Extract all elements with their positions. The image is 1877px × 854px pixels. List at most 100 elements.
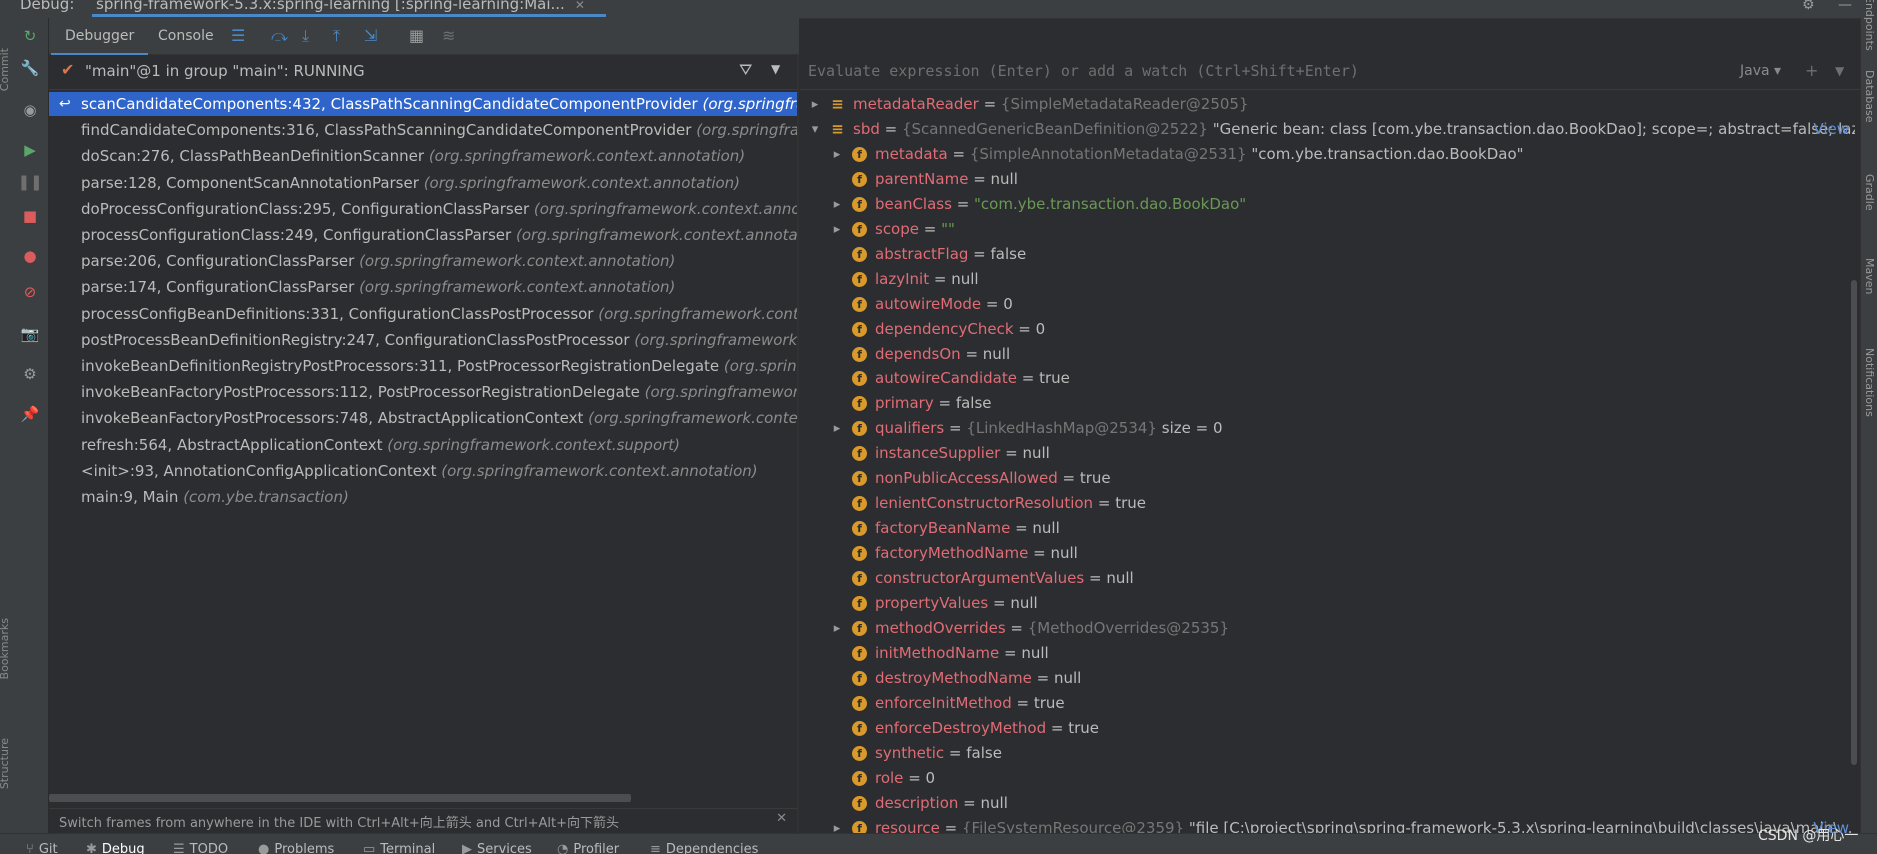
variable-row[interactable]: f initMethodName = null — [800, 641, 1855, 666]
variable-row[interactable]: f factoryMethodName = null — [800, 541, 1855, 566]
add-watch-icon[interactable]: + — [1805, 61, 1818, 80]
variable-row[interactable]: f description = null — [800, 791, 1855, 816]
variable-row[interactable]: f enforceDestroyMethod = true — [800, 716, 1855, 741]
variables-vertical-scrollbar[interactable] — [1851, 280, 1857, 765]
stop-icon[interactable]: ■ — [18, 204, 42, 228]
camera-icon[interactable]: 📷 — [18, 322, 42, 346]
stack-frame[interactable]: doProcessConfigurationClass:295, Configu… — [49, 197, 797, 221]
evaluate-input-placeholder[interactable]: Evaluate expression (Enter) or add a wat… — [808, 62, 1359, 80]
chevron-right-icon[interactable]: ▸ — [830, 416, 844, 441]
evaluate-expression-icon[interactable]: ▦ — [409, 26, 424, 45]
stack-frame[interactable]: invokeBeanFactoryPostProcessors:748, Abs… — [49, 406, 797, 430]
variable-row[interactable]: f dependencyCheck = 0 — [800, 317, 1855, 342]
variable-row[interactable]: f autowireCandidate = true — [800, 366, 1855, 391]
chevron-down-icon[interactable]: ▼ — [771, 62, 780, 76]
show-execution-point-icon[interactable]: ☰ — [231, 26, 245, 45]
variable-row[interactable]: f factoryBeanName = null — [800, 516, 1855, 541]
stack-frame[interactable]: parse:174, ConfigurationClassParser (org… — [49, 275, 797, 299]
chevron-right-icon[interactable]: ▸ — [830, 217, 844, 242]
stack-frame[interactable]: doScan:276, ClassPathBeanDefinitionScann… — [49, 144, 797, 168]
database-tool-label[interactable]: Database — [1863, 70, 1876, 123]
tab-git[interactable]: ⑂ Git — [26, 842, 58, 854]
gear-icon[interactable]: ⚙ — [1802, 0, 1815, 13]
variable-row[interactable]: f synthetic = false — [800, 741, 1855, 766]
modify-config-icon[interactable]: 🔧 — [18, 56, 42, 80]
stack-frame[interactable]: ↩ scanCandidateComponents:432, ClassPathS… — [49, 92, 797, 116]
variable-row[interactable]: ▸ ≡ metadataReader = {SimpleMetadataReader… — [800, 92, 1855, 117]
chevron-right-icon[interactable]: ▸ — [830, 616, 844, 641]
tab-console[interactable]: Console — [158, 28, 214, 44]
evaluate-expression-bar[interactable]: Evaluate expression (Enter) or add a wat… — [800, 55, 1860, 90]
stack-frame[interactable]: main:9, Main (com.ybe.transaction) — [49, 485, 797, 509]
trace-icon[interactable]: ≋ — [442, 26, 455, 45]
variable-row[interactable]: f role = 0 — [800, 766, 1855, 791]
tab-todo[interactable]: ☰ TODO — [173, 842, 228, 854]
chevron-right-icon[interactable]: ▸ — [830, 192, 844, 217]
gradle-tool-label[interactable]: Gradle — [1863, 174, 1876, 211]
stack-frame[interactable]: parse:128, ComponentScanAnnotationParser… — [49, 171, 797, 195]
chevron-right-icon[interactable]: ▸ — [830, 142, 844, 167]
step-over-icon[interactable]: ⤼ — [271, 26, 288, 46]
run-to-cursor-icon[interactable]: ⇲ — [364, 26, 377, 45]
resume-icon[interactable]: ▶ — [18, 138, 42, 162]
tab-profiler[interactable]: ◔ Profiler — [557, 842, 619, 854]
tab-debug[interactable]: ✱ Debug — [86, 842, 145, 854]
variable-row[interactable]: f destroyMethodName = null — [800, 666, 1855, 691]
variable-row[interactable]: ▾ ≡ sbd = {ScannedGenericBeanDefinition@25… — [800, 117, 1855, 142]
step-into-icon[interactable]: ⤓ — [302, 26, 309, 46]
rerun-icon[interactable]: ↻ — [18, 24, 42, 48]
eye-icon[interactable]: ◉ — [18, 98, 42, 122]
variable-row[interactable]: f nonPublicAccessAllowed = true — [800, 466, 1855, 491]
variable-row[interactable]: f instanceSupplier = null — [800, 441, 1855, 466]
stack-frame[interactable]: parse:206, ConfigurationClassParser (org… — [49, 249, 797, 273]
stack-frame[interactable]: invokeBeanDefinitionRegistryPostProcesso… — [49, 354, 797, 378]
tab-dependencies[interactable]: ≡ Dependencies — [650, 842, 758, 854]
stack-frame[interactable]: processConfigurationClass:249, Configura… — [49, 223, 797, 247]
tab-services[interactable]: ▶ Services — [462, 842, 532, 854]
variable-row[interactable]: ▸ f qualifiers = {LinkedHashMap@2534} size… — [800, 416, 1855, 441]
maven-tool-label[interactable]: Maven — [1863, 258, 1876, 294]
variable-row[interactable]: f constructorArgumentValues = null — [800, 566, 1855, 591]
chevron-down-icon[interactable]: ▾ — [808, 117, 822, 142]
variable-row[interactable]: ▸ f methodOverrides = {MethodOverrides@253… — [800, 616, 1855, 641]
step-out-icon[interactable]: ⤒ — [333, 26, 340, 46]
settings-icon[interactable]: ⚙ — [18, 362, 42, 386]
stack-frame[interactable]: processConfigBeanDefinitions:331, Config… — [49, 302, 797, 326]
thread-selector[interactable]: ✔ "main"@1 in group "main": RUNNING ⛛ ▼ — [49, 55, 799, 90]
variable-row[interactable]: ▸ f metadata = {SimpleAnnotationMetadata@2… — [800, 142, 1855, 167]
variable-row[interactable]: ▸ f scope = "" — [800, 217, 1855, 242]
stack-frame[interactable]: findCandidateComponents:316, ClassPathSc… — [49, 118, 797, 142]
variable-row[interactable]: f primary = false — [800, 391, 1855, 416]
variable-row[interactable]: ▸ f beanClass = "com.ybe.transaction.dao.B… — [800, 192, 1855, 217]
variable-row[interactable]: f autowireMode = 0 — [800, 292, 1855, 317]
tab-problems[interactable]: ● Problems — [258, 842, 334, 854]
variable-row[interactable]: f enforceInitMethod = true — [800, 691, 1855, 716]
variable-row[interactable]: f abstractFlag = false — [800, 242, 1855, 267]
notifications-tool-label[interactable]: Notifications — [1863, 348, 1876, 417]
stack-frame[interactable]: invokeBeanFactoryPostProcessors:112, Pos… — [49, 380, 797, 404]
language-selector[interactable]: Java ▾ — [1740, 63, 1781, 79]
commit-tool-label[interactable]: Commit — [0, 48, 11, 91]
close-icon[interactable]: ✕ — [575, 0, 585, 12]
panel-splitter[interactable] — [797, 55, 799, 833]
chevron-right-icon[interactable]: ▸ — [808, 92, 822, 117]
variable-row[interactable]: f parentName = null — [800, 167, 1855, 192]
chevron-right-icon[interactable]: ▸ — [830, 816, 844, 833]
variable-row[interactable]: f lenientConstructorResolution = true — [800, 491, 1855, 516]
filter-icon[interactable]: ⛛ — [739, 60, 752, 80]
endpoints-tool-label[interactable]: Endpoints — [1863, 0, 1876, 51]
structure-tool-label[interactable]: Structure — [0, 738, 11, 789]
close-hint-icon[interactable]: ✕ — [776, 811, 787, 826]
run-config-tab[interactable]: spring-framework-5.3.x:spring-learning [… — [96, 0, 585, 13]
stack-frame[interactable]: postProcessBeanDefinitionRegistry:247, C… — [49, 328, 797, 352]
stack-frame[interactable]: <init>:93, AnnotationConfigApplicationCo… — [49, 459, 797, 483]
frames-horizontal-scrollbar[interactable] — [49, 794, 631, 802]
stack-frame[interactable]: refresh:564, AbstractApplicationContext … — [49, 433, 797, 457]
variable-row[interactable]: f propertyValues = null — [800, 591, 1855, 616]
mute-breakpoints-icon[interactable]: ⊘ — [18, 280, 42, 304]
tab-terminal[interactable]: ▭ Terminal — [363, 842, 435, 854]
pin-icon[interactable]: 📌 — [18, 402, 42, 426]
bookmarks-tool-label[interactable]: Bookmarks — [0, 618, 11, 679]
expand-icon[interactable]: ▼ — [1835, 64, 1844, 78]
tab-debugger[interactable]: Debugger — [50, 28, 149, 56]
